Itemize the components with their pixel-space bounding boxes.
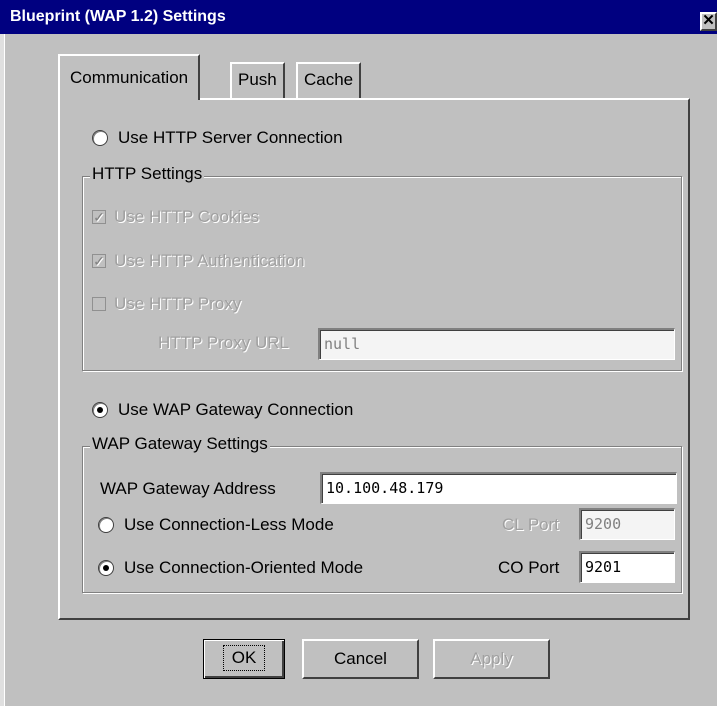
http-cookies-row[interactable]: ✓ Use HTTP Cookies <box>92 207 259 227</box>
http-auth-row[interactable]: ✓ Use HTTP Authentication <box>92 251 305 271</box>
wap-connection-radio[interactable] <box>92 402 108 418</box>
http-proxy-url-label: HTTP Proxy URL <box>158 333 289 352</box>
http-connection-label: Use HTTP Server Connection <box>118 128 343 147</box>
http-settings-title: HTTP Settings <box>90 164 205 184</box>
window-title: Blueprint (WAP 1.2) Settings <box>10 8 226 25</box>
http-connection-radio[interactable] <box>92 130 108 146</box>
cancel-button[interactable]: Cancel <box>302 639 419 679</box>
co-port-input[interactable]: 9201 <box>579 551 675 583</box>
cl-port-input[interactable]: 9200 <box>579 508 675 540</box>
cl-mode-radio[interactable] <box>98 517 114 533</box>
http-proxy-label: Use HTTP Proxy <box>114 294 242 313</box>
wap-connection-radio-row[interactable]: Use WAP Gateway Connection <box>92 400 353 420</box>
http-auth-checkbox[interactable]: ✓ <box>92 254 106 268</box>
co-mode-radio[interactable] <box>98 560 114 576</box>
wap-connection-label: Use WAP Gateway Connection <box>118 400 354 419</box>
wap-gateway-address-label: WAP Gateway Address <box>100 479 276 498</box>
window-border <box>0 34 5 706</box>
http-proxy-url-input[interactable]: null <box>318 328 675 360</box>
tab-push[interactable]: Push <box>230 62 285 98</box>
settings-dialog: Blueprint (WAP 1.2) Settings ✕ Communica… <box>0 0 717 706</box>
ok-button[interactable]: OK <box>203 639 285 679</box>
ok-button-label: OK <box>222 645 266 671</box>
http-cookies-checkbox[interactable]: ✓ <box>92 210 106 224</box>
co-mode-label: Use Connection-Oriented Mode <box>124 558 364 577</box>
cl-mode-row[interactable]: Use Connection-Less Mode <box>98 515 334 535</box>
tab-cache[interactable]: Cache <box>296 62 362 98</box>
close-icon[interactable]: ✕ <box>700 12 717 31</box>
wap-gateway-title: WAP Gateway Settings <box>90 434 270 454</box>
http-cookies-label: Use HTTP Cookies <box>114 207 260 226</box>
http-connection-radio-row[interactable]: Use HTTP Server Connection <box>92 128 343 148</box>
cl-mode-label: Use Connection-Less Mode <box>124 515 334 534</box>
apply-button[interactable]: Apply <box>433 639 550 679</box>
http-proxy-checkbox[interactable] <box>92 297 106 311</box>
co-port-label: CO Port <box>498 558 560 577</box>
http-auth-label: Use HTTP Authentication <box>114 251 305 270</box>
title-bar[interactable]: Blueprint (WAP 1.2) Settings ✕ <box>0 0 717 34</box>
cl-port-label: CL Port <box>502 515 560 534</box>
co-mode-row[interactable]: Use Connection-Oriented Mode <box>98 558 363 578</box>
http-proxy-row[interactable]: Use HTTP Proxy <box>92 294 241 314</box>
wap-gateway-address-input[interactable]: 10.100.48.179 <box>320 472 677 504</box>
tab-communication[interactable]: Communication <box>58 54 201 100</box>
